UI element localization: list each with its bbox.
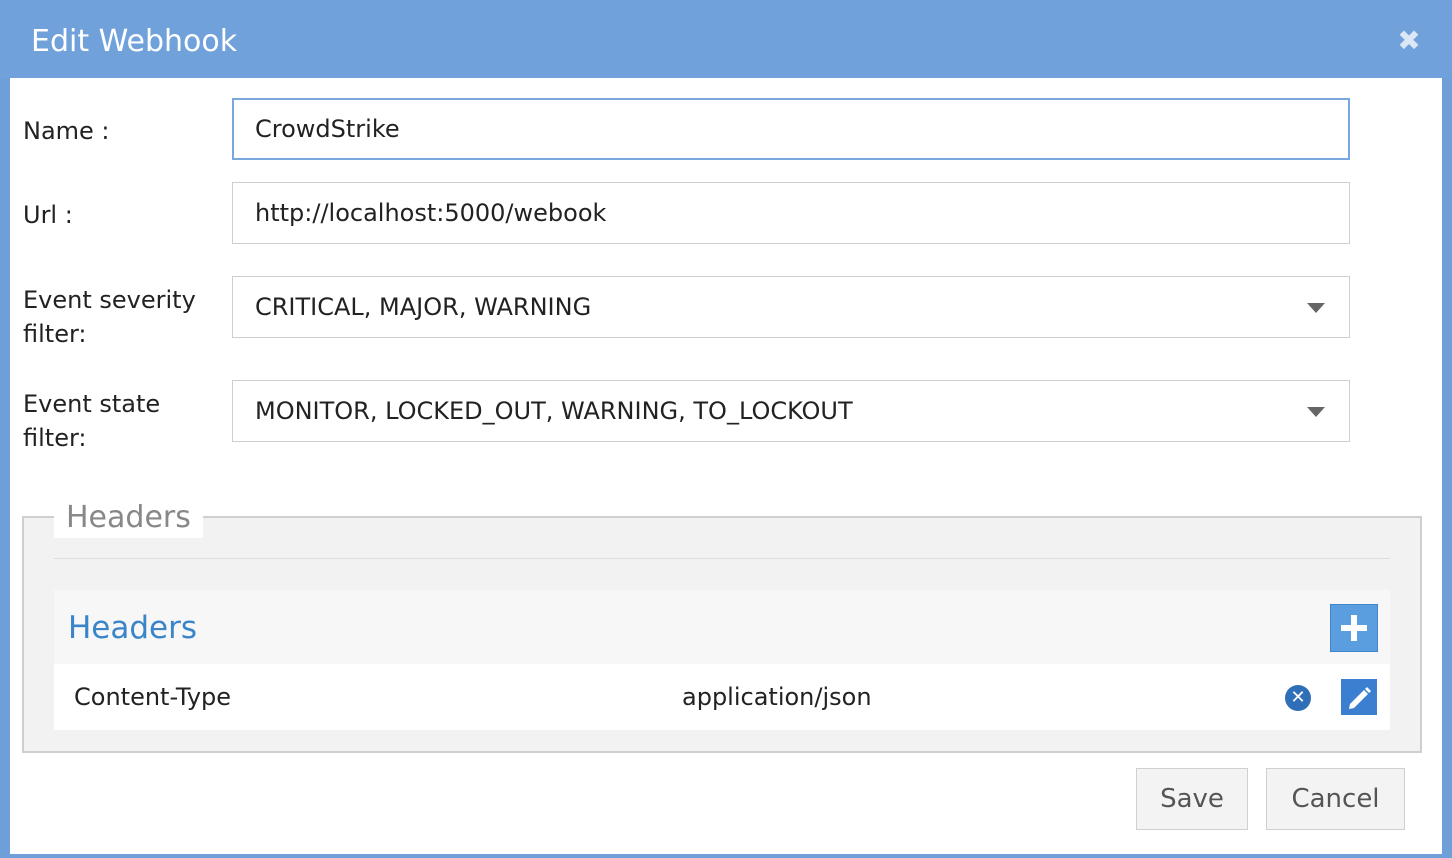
headers-fieldset: Headers Headers Content-Type application… xyxy=(22,498,1422,753)
edit-webhook-dialog: Edit Webhook ✖ Name : CrowdStrike Url : … xyxy=(0,0,1452,858)
state-select[interactable]: MONITOR, LOCKED_OUT, WARNING, TO_LOCKOUT xyxy=(232,380,1350,442)
header-value: application/json xyxy=(682,683,872,711)
severity-select[interactable]: CRITICAL, MAJOR, WARNING xyxy=(232,276,1350,338)
add-header-button[interactable] xyxy=(1330,604,1378,652)
table-row: Content-Type application/json ✕ xyxy=(54,664,1390,730)
dialog-title: Edit Webhook xyxy=(31,24,238,59)
headers-legend: Headers xyxy=(54,498,203,538)
state-label-line2: filter: xyxy=(23,424,87,452)
name-input[interactable]: CrowdStrike xyxy=(232,98,1350,160)
url-label: Url : xyxy=(23,201,73,229)
close-icon[interactable]: ✖ xyxy=(1394,26,1424,56)
headers-panel-header: Headers xyxy=(54,590,1390,664)
edit-pencil-icon[interactable] xyxy=(1341,679,1377,715)
headers-panel-title: Headers xyxy=(68,610,198,646)
dialog-body: Name : CrowdStrike Url : http://localhos… xyxy=(10,78,1442,854)
save-button[interactable]: Save xyxy=(1136,768,1248,830)
severity-select-value: CRITICAL, MAJOR, WARNING xyxy=(255,293,592,321)
name-label: Name : xyxy=(23,117,110,145)
state-select-value: MONITOR, LOCKED_OUT, WARNING, TO_LOCKOUT xyxy=(255,397,853,425)
chevron-down-icon[interactable] xyxy=(1307,407,1325,417)
dialog-titlebar[interactable]: Edit Webhook ✖ xyxy=(0,0,1452,78)
state-label-line1: Event state xyxy=(23,390,161,418)
cancel-button[interactable]: Cancel xyxy=(1266,768,1405,830)
header-key: Content-Type xyxy=(74,683,232,711)
url-input[interactable]: http://localhost:5000/webook xyxy=(232,182,1350,244)
delete-icon[interactable]: ✕ xyxy=(1285,685,1311,711)
divider xyxy=(54,558,1390,559)
severity-label-line2: filter: xyxy=(23,320,87,348)
chevron-down-icon[interactable] xyxy=(1307,303,1325,313)
severity-label-line1: Event severity xyxy=(23,286,196,314)
